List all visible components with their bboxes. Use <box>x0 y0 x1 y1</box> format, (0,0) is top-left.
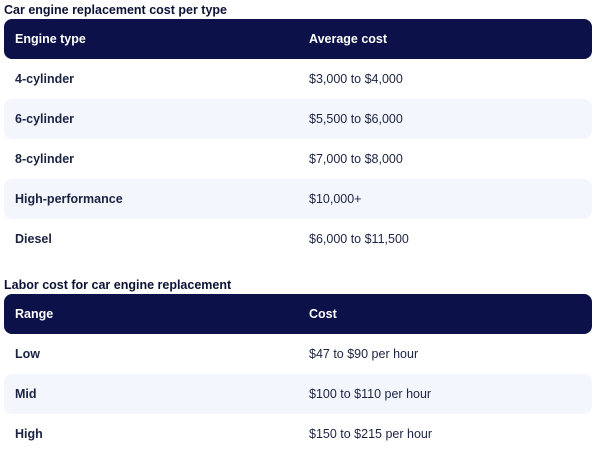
range-cell: High <box>15 427 43 441</box>
table-row: 4-cylinder $3,000 to $4,000 <box>4 59 592 99</box>
range-cell: Low <box>15 347 40 361</box>
labor-cost-header-row: Range Cost <box>4 294 592 334</box>
labor-cost-table: Range Cost Low $47 to $90 per hour Mid $… <box>4 294 592 454</box>
column-header-range: Range <box>15 307 54 321</box>
engine-cost-title: Car engine replacement cost per type <box>4 3 227 17</box>
average-cost-cell: $10,000+ <box>309 192 362 206</box>
engine-type-cell: High-performance <box>15 192 123 206</box>
engine-cost-table: Engine type Average cost 4-cylinder $3,0… <box>4 19 592 259</box>
engine-type-cell: 6-cylinder <box>15 112 75 126</box>
labor-cost-title: Labor cost for car engine replacement <box>4 278 232 292</box>
cost-cell: $100 to $110 per hour <box>309 387 432 401</box>
range-cell: Mid <box>15 387 37 401</box>
engine-type-cell: 4-cylinder <box>15 72 75 86</box>
engine-type-cell: Diesel <box>15 232 52 246</box>
column-header-engine-type: Engine type <box>15 32 86 46</box>
cost-cell: $47 to $90 per hour <box>309 347 419 361</box>
table-row: Low $47 to $90 per hour <box>4 334 592 374</box>
table-row: 8-cylinder $7,000 to $8,000 <box>4 139 592 179</box>
average-cost-cell: $7,000 to $8,000 <box>309 152 403 166</box>
column-header-cost: Cost <box>309 307 337 321</box>
table-row: 6-cylinder $5,500 to $6,000 <box>4 99 592 139</box>
engine-type-cell: 8-cylinder <box>15 152 75 166</box>
table-row: Mid $100 to $110 per hour <box>4 374 592 414</box>
average-cost-cell: $3,000 to $4,000 <box>309 72 403 86</box>
average-cost-cell: $6,000 to $11,500 <box>309 232 409 246</box>
table-row: High $150 to $215 per hour <box>4 414 592 454</box>
table-row: Diesel $6,000 to $11,500 <box>4 219 592 259</box>
table-row: High-performance $10,000+ <box>4 179 592 219</box>
average-cost-cell: $5,500 to $6,000 <box>309 112 403 126</box>
engine-cost-header-row: Engine type Average cost <box>4 19 592 59</box>
column-header-average-cost: Average cost <box>309 32 388 46</box>
cost-cell: $150 to $215 per hour <box>309 427 433 441</box>
